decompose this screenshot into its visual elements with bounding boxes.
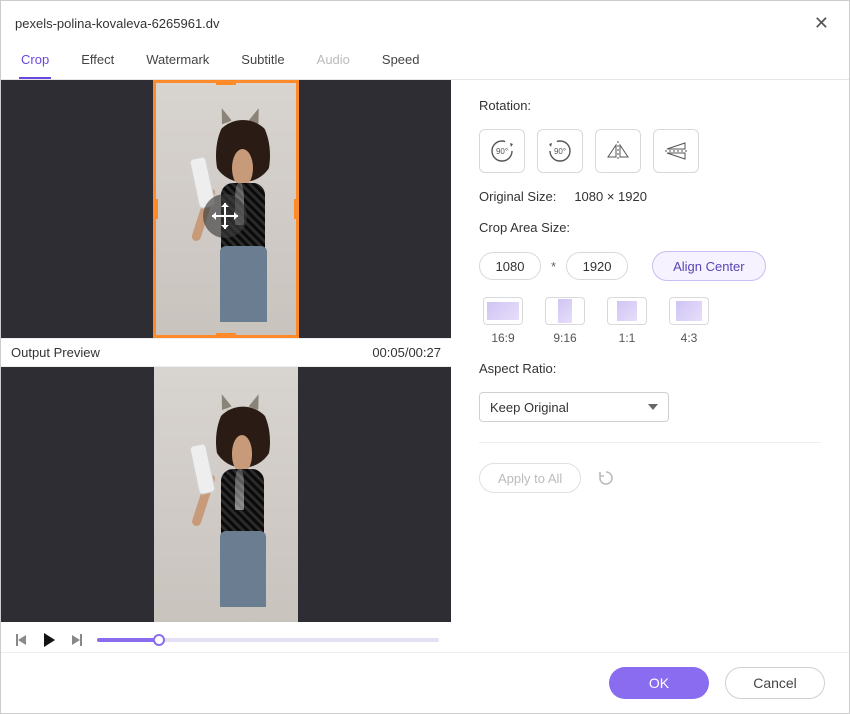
- output-frame: [154, 367, 297, 622]
- crop-width-input[interactable]: [479, 252, 541, 280]
- align-center-button[interactable]: Align Center: [652, 251, 766, 281]
- next-frame-button[interactable]: [69, 632, 85, 648]
- output-preview: [1, 367, 451, 622]
- rotation-buttons: 90° 90°: [479, 129, 821, 173]
- rotate-ccw-icon[interactable]: 90°: [537, 129, 583, 173]
- aspect-ratio-select[interactable]: Keep Original: [479, 392, 669, 422]
- prev-frame-button[interactable]: [13, 632, 29, 648]
- divider: [479, 442, 821, 443]
- window-title: pexels-polina-kovaleva-6265961.dv: [15, 16, 220, 31]
- rotate-cw-icon[interactable]: 90°: [479, 129, 525, 173]
- right-panel: Rotation: 90° 90° Original Size: 1080 × …: [451, 80, 849, 652]
- playback-controls: [1, 622, 451, 652]
- svg-text:90°: 90°: [496, 147, 508, 156]
- crop-area-row: * Align Center: [479, 251, 821, 281]
- reset-icon[interactable]: [597, 469, 615, 487]
- ratio-4-3[interactable]: 4:3: [665, 297, 713, 345]
- ratio-label: 4:3: [681, 331, 698, 345]
- ratio-label: 1:1: [619, 331, 636, 345]
- multiply-symbol: *: [551, 259, 556, 274]
- svg-text:90°: 90°: [554, 147, 566, 156]
- move-handle-icon[interactable]: [203, 194, 247, 238]
- tabs: Crop Effect Watermark Subtitle Audio Spe…: [1, 42, 849, 80]
- tab-audio: Audio: [315, 46, 352, 79]
- tab-crop[interactable]: Crop: [19, 46, 51, 79]
- preview-info-bar: Output Preview 00:05/00:27: [1, 338, 451, 367]
- apply-to-all-button[interactable]: Apply to All: [479, 463, 581, 493]
- tab-effect[interactable]: Effect: [79, 46, 116, 79]
- original-size-label: Original Size:: [479, 189, 556, 204]
- tab-watermark[interactable]: Watermark: [144, 46, 211, 79]
- ok-button[interactable]: OK: [609, 667, 709, 699]
- left-panel: Output Preview 00:05/00:27: [1, 80, 451, 652]
- apply-row: Apply to All: [479, 463, 821, 493]
- video-frame: [153, 80, 298, 338]
- dialog-footer: OK Cancel: [1, 652, 849, 713]
- seek-slider[interactable]: [97, 632, 439, 648]
- aspect-ratio-label: Aspect Ratio:: [479, 361, 821, 376]
- ratio-9-16[interactable]: 9:16: [541, 297, 589, 345]
- tab-subtitle[interactable]: Subtitle: [239, 46, 286, 79]
- chevron-down-icon: [648, 404, 658, 410]
- crop-height-input[interactable]: [566, 252, 628, 280]
- cancel-button[interactable]: Cancel: [725, 667, 825, 699]
- ratio-16-9[interactable]: 16:9: [479, 297, 527, 345]
- ratio-label: 9:16: [553, 331, 576, 345]
- output-preview-label: Output Preview: [11, 345, 100, 360]
- close-icon[interactable]: ✕: [808, 11, 835, 36]
- titlebar: pexels-polina-kovaleva-6265961.dv ✕: [1, 1, 849, 42]
- ratio-presets: 16:9 9:16 1:1 4:3: [479, 297, 821, 345]
- aspect-ratio-value: Keep Original: [490, 400, 569, 415]
- crop-area-label: Crop Area Size:: [479, 220, 821, 235]
- original-size-value: 1080 × 1920: [574, 189, 647, 204]
- ratio-label: 16:9: [491, 331, 514, 345]
- crop-preview[interactable]: [1, 80, 451, 338]
- rotation-label: Rotation:: [479, 98, 821, 113]
- crop-dialog: pexels-polina-kovaleva-6265961.dv ✕ Crop…: [0, 0, 850, 714]
- original-size-row: Original Size: 1080 × 1920: [479, 189, 821, 204]
- flip-horizontal-icon[interactable]: [595, 129, 641, 173]
- tab-speed[interactable]: Speed: [380, 46, 422, 79]
- dialog-body: Output Preview 00:05/00:27: [1, 80, 849, 652]
- ratio-1-1[interactable]: 1:1: [603, 297, 651, 345]
- flip-vertical-icon[interactable]: [653, 129, 699, 173]
- play-button[interactable]: [41, 632, 57, 648]
- timecode: 00:05/00:27: [372, 345, 441, 360]
- seek-thumb[interactable]: [153, 634, 165, 646]
